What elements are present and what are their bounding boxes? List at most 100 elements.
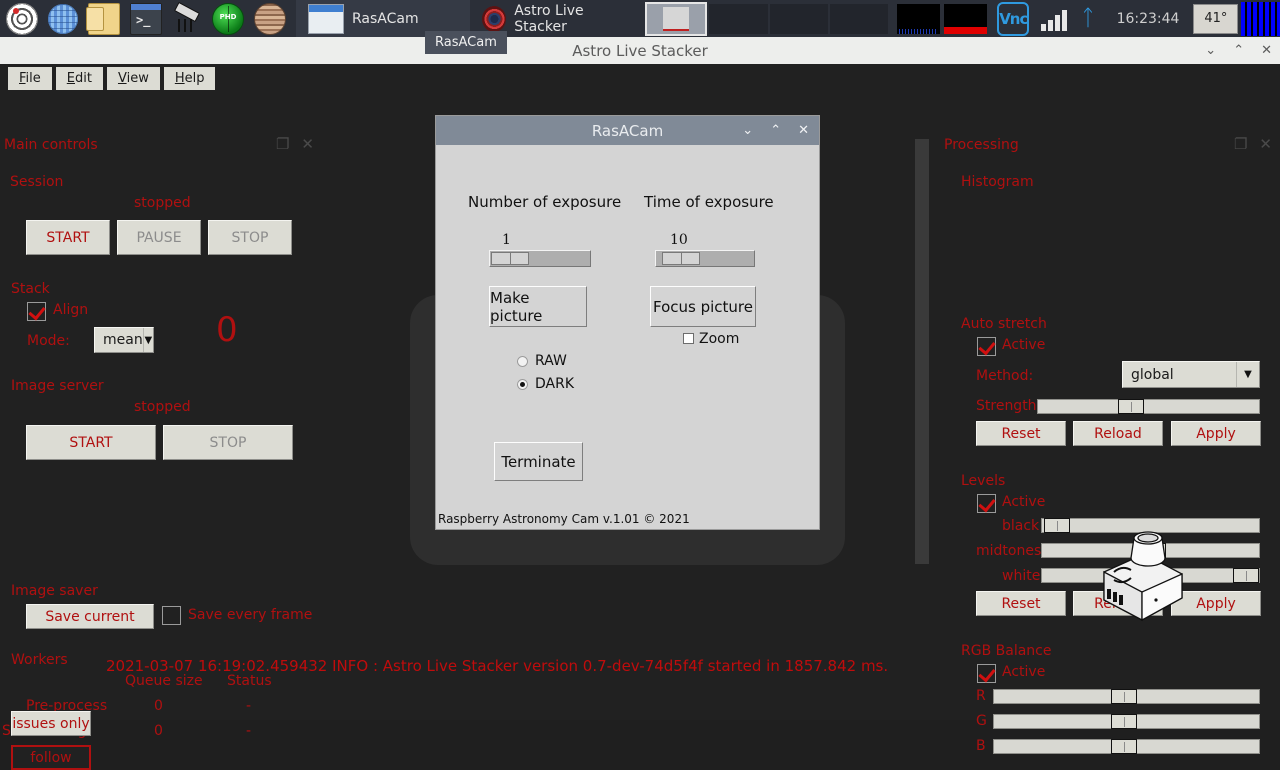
cpu-monitor-icon[interactable] <box>1241 1 1280 36</box>
phd-guiding-icon[interactable] <box>212 2 244 35</box>
levels-white-label: white <box>1002 568 1041 584</box>
image-server-start-button[interactable]: START <box>26 425 156 460</box>
save-every-frame-checkbox[interactable] <box>162 606 181 625</box>
auto-stretch-method-select[interactable]: global ▼ <box>1122 361 1260 388</box>
taskbar-slot-1[interactable] <box>645 1 708 36</box>
auto-stretch-strength-label: Strength <box>976 398 1037 414</box>
rgb-g-slider[interactable] <box>993 714 1260 729</box>
session-pause-button[interactable]: PAUSE <box>117 220 201 255</box>
levels-reset-button[interactable]: Reset <box>976 591 1066 616</box>
stack-counter: 0 <box>216 310 238 350</box>
histogram-preview-icon[interactable] <box>897 3 941 34</box>
taskbar-slot-4[interactable] <box>830 3 889 34</box>
slider-knob[interactable] <box>1110 714 1137 729</box>
slider-knob[interactable] <box>1044 518 1071 533</box>
stack-mode-select[interactable]: mean ▼ <box>94 327 154 353</box>
histogram-heading: Histogram <box>961 174 1034 190</box>
clock[interactable]: 16:23:44 <box>1117 11 1180 27</box>
undock-icon[interactable]: ❐ <box>276 135 289 153</box>
main-controls-title: Main controls <box>4 137 98 153</box>
chevron-down-icon: ▼ <box>1236 362 1259 387</box>
levels-midtones-label: midtones <box>976 543 1042 559</box>
worker-row-stacking-status: - <box>246 723 252 739</box>
terminal-icon[interactable] <box>130 2 162 35</box>
astro-live-stacker-icon <box>482 5 507 32</box>
session-start-button[interactable]: START <box>26 220 110 255</box>
zoom-checkbox[interactable] <box>683 333 694 344</box>
panel-close-icon[interactable]: ✕ <box>301 135 314 153</box>
slider-knob[interactable] <box>1232 568 1259 583</box>
rgb-r-slider[interactable] <box>993 689 1260 704</box>
rgb-balance-active-checkbox[interactable] <box>977 664 996 683</box>
histogram-plot <box>961 197 1261 307</box>
maximize-icon[interactable]: ⌃ <box>1233 44 1244 57</box>
taskbar-slot-2[interactable] <box>709 3 768 34</box>
auto-stretch-reset-button[interactable]: Reset <box>976 421 1066 446</box>
undock-icon[interactable]: ❐ <box>1234 135 1247 153</box>
terminate-button[interactable]: Terminate <box>494 442 583 481</box>
slider-knob[interactable] <box>491 252 529 265</box>
image-server-status: stopped <box>134 399 191 415</box>
align-checkbox[interactable] <box>27 302 46 321</box>
telescope-icon[interactable] <box>172 4 202 34</box>
screen: RasACam Astro Live Stacker Vnc ᛏ 16:23:4… <box>0 0 1280 770</box>
slider-knob[interactable] <box>1110 689 1137 704</box>
make-picture-button[interactable]: Make picture <box>489 286 587 327</box>
menu-help-label: elp <box>184 70 205 86</box>
rgb-b-slider[interactable] <box>993 739 1260 754</box>
rasacam-window-controls: ⌄ ⌃ ✕ <box>742 116 809 145</box>
file-manager-icon[interactable] <box>86 2 120 35</box>
auto-stretch-method-label: Method: <box>976 368 1034 384</box>
jupiter-planet-icon[interactable] <box>254 2 286 35</box>
image-server-stop-button[interactable]: STOP <box>163 425 293 460</box>
minimize-icon[interactable]: ⌄ <box>742 124 753 137</box>
temperature-indicator[interactable]: 41° <box>1193 3 1239 34</box>
slider-knob[interactable] <box>1117 399 1144 414</box>
taskbar-window-astro-live-stacker-label: Astro Live Stacker <box>514 2 584 35</box>
session-stop-button[interactable]: STOP <box>208 220 292 255</box>
close-icon[interactable]: ✕ <box>1261 44 1272 57</box>
menu-help[interactable]: Help <box>163 66 216 90</box>
follow-button[interactable]: follow <box>11 745 91 770</box>
menu-view-label: iew <box>126 70 149 86</box>
image-preview-icon[interactable] <box>944 3 988 34</box>
menu-edit-mnemonic: E <box>66 70 75 86</box>
rasacam-title: RasACam <box>591 121 664 140</box>
levels-active-checkbox[interactable] <box>977 494 996 513</box>
save-current-button[interactable]: Save current <box>26 604 154 629</box>
time-of-exposure-slider[interactable] <box>655 250 755 267</box>
radio-dark[interactable] <box>517 379 528 390</box>
menu-view[interactable]: View <box>106 66 160 90</box>
taskbar-slot-3[interactable] <box>769 3 829 34</box>
close-icon[interactable]: ✕ <box>798 124 809 137</box>
focus-picture-button[interactable]: Focus picture <box>650 286 756 327</box>
image-server-heading: Image server <box>11 378 104 394</box>
panel-close-icon[interactable]: ✕ <box>1259 135 1272 153</box>
main-vertical-scrollbar[interactable] <box>915 139 929 564</box>
auto-stretch-apply-button[interactable]: Apply <box>1171 421 1261 446</box>
bluetooth-icon[interactable]: ᛏ <box>1081 7 1094 30</box>
slider-knob[interactable] <box>662 252 700 265</box>
main-controls-panel: Main controls ❐ ✕ Session stopped START … <box>0 135 330 770</box>
levels-heading: Levels <box>961 473 1006 489</box>
radio-raw[interactable] <box>517 356 528 367</box>
browser-globe-icon[interactable] <box>48 3 78 34</box>
vnc-icon[interactable]: Vnc <box>997 1 1030 36</box>
rgb-balance-heading: RGB Balance <box>961 643 1052 659</box>
signal-icon[interactable] <box>1041 7 1068 31</box>
number-of-exposure-slider[interactable] <box>489 250 591 267</box>
maximize-icon[interactable]: ⌃ <box>770 124 781 137</box>
menu-file[interactable]: File <box>8 66 52 90</box>
auto-stretch-heading: Auto stretch <box>961 316 1047 332</box>
auto-stretch-reload-button[interactable]: Reload <box>1073 421 1163 446</box>
menu-target-icon[interactable] <box>6 2 38 35</box>
minimize-icon[interactable]: ⌄ <box>1205 44 1216 57</box>
auto-stretch-active-checkbox[interactable] <box>977 337 996 356</box>
workers-heading: Workers <box>11 652 68 668</box>
issues-only-button[interactable]: issues only <box>11 711 91 736</box>
rgb-balance-active-label: Active <box>1002 664 1046 680</box>
slider-knob[interactable] <box>1110 739 1137 754</box>
time-of-exposure-label: Time of exposure <box>644 193 774 211</box>
menu-edit[interactable]: Edit <box>55 66 103 90</box>
auto-stretch-strength-slider[interactable] <box>1037 399 1260 414</box>
